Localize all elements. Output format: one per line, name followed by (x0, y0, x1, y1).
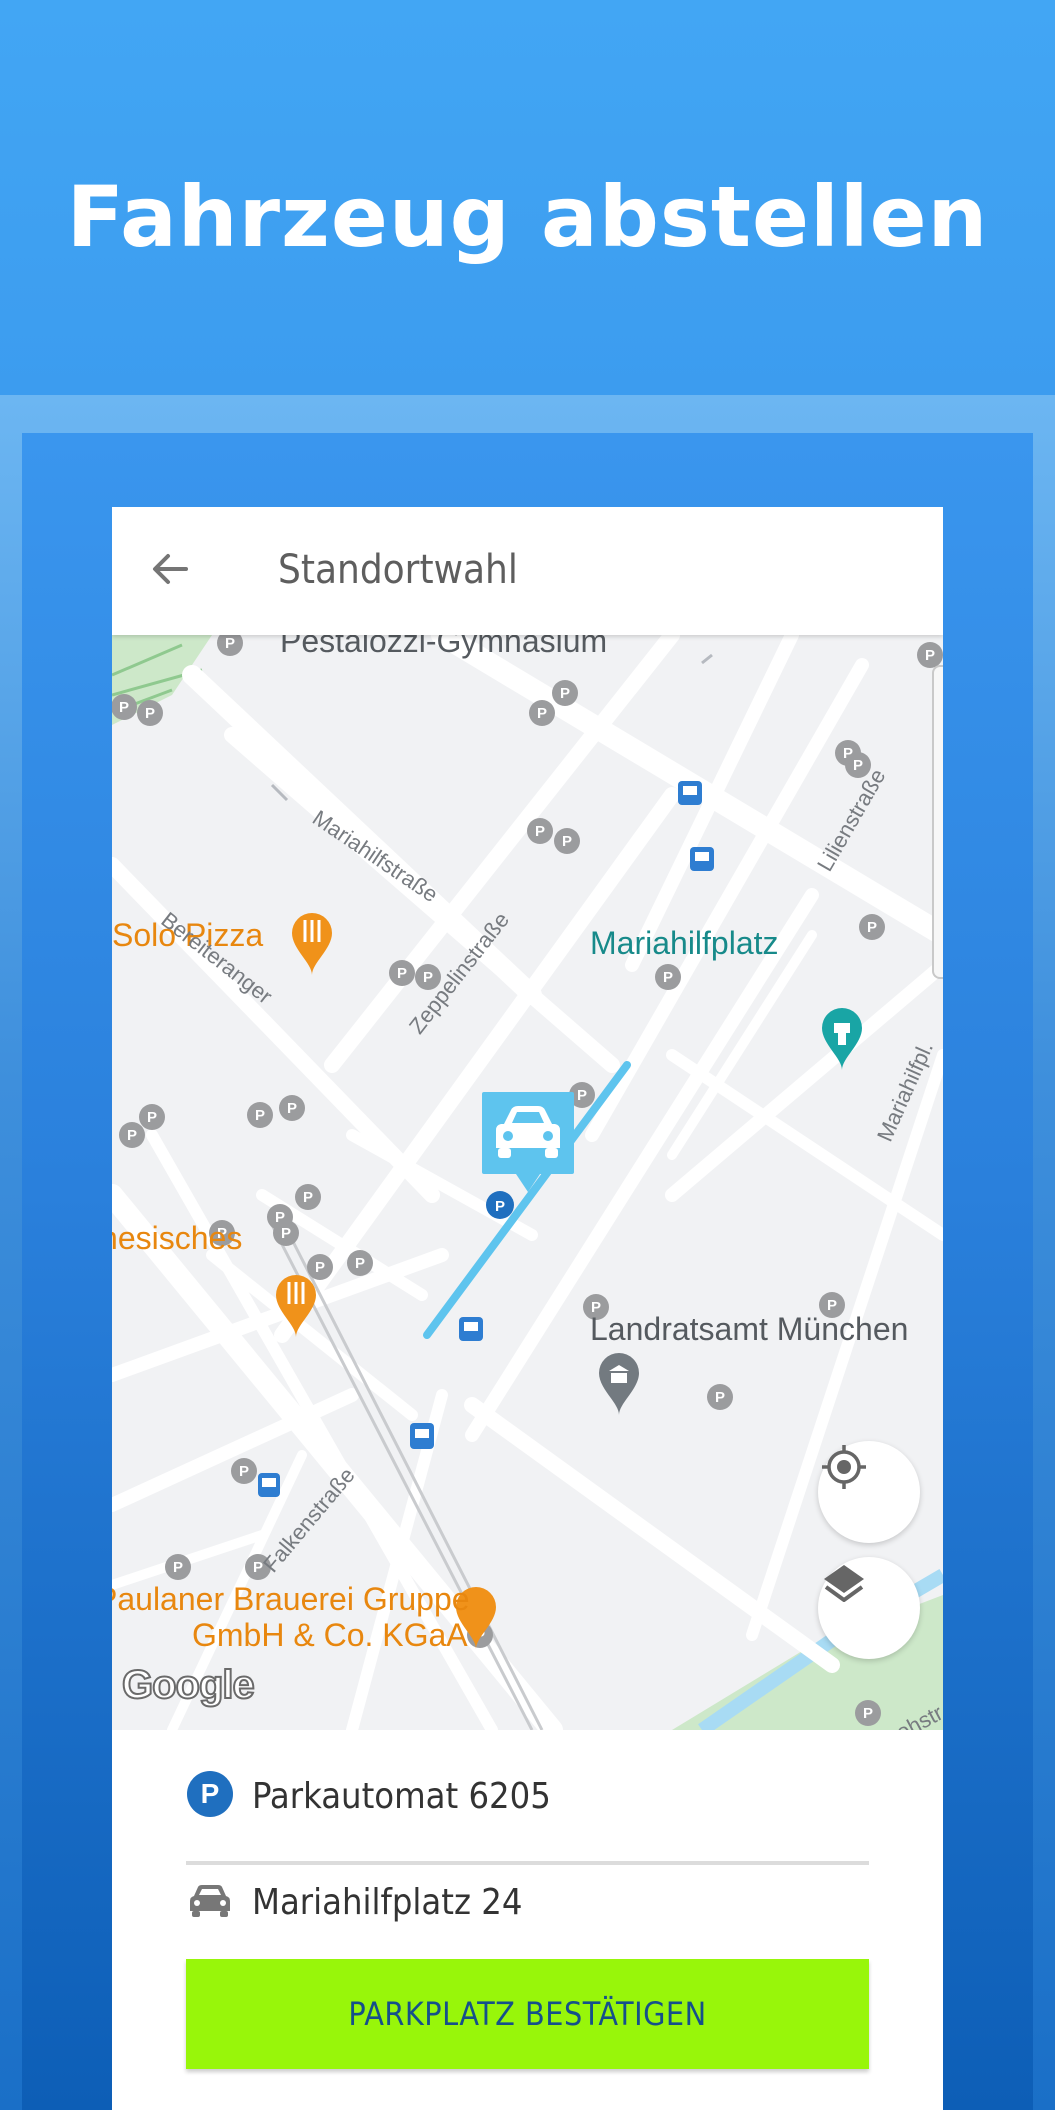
svg-text:P: P (562, 833, 572, 850)
map-view[interactable]: PPP PPP PPP PPP PPP PPP PPP PPP PPP PPP … (112, 635, 943, 1730)
svg-text:P: P (147, 1109, 157, 1126)
my-location-button[interactable] (818, 1441, 920, 1543)
page-title: Standortwahl (278, 547, 518, 593)
svg-text:P: P (145, 705, 155, 722)
svg-text:P: P (255, 1107, 265, 1124)
label-landratsamt[interactable]: Landratsamt München (590, 1311, 908, 1348)
svg-text:P: P (173, 1559, 183, 1576)
label-paulaner-line1[interactable]: Paulaner Brauerei Gruppe (112, 1581, 470, 1618)
header-banner: Fahrzeug abstellen (0, 0, 1055, 395)
svg-text:P: P (355, 1255, 365, 1272)
map-layers-button[interactable] (818, 1557, 920, 1659)
car-location-marker[interactable] (482, 1092, 574, 1192)
app-bar: Standortwahl (112, 507, 943, 635)
label-mariahilfplatz[interactable]: Mariahilfplatz (590, 925, 779, 962)
svg-text:P: P (201, 1778, 220, 1809)
svg-text:P: P (853, 757, 863, 774)
svg-text:P: P (715, 1389, 725, 1406)
svg-text:P: P (275, 1209, 285, 1226)
app-screen: Standortwahl P P P P P P P P P P P P P P… (112, 507, 943, 2110)
car-icon (186, 1880, 234, 1924)
parking-machine-label: Parkautomat 6205 (252, 1775, 551, 1817)
map-side-handle (932, 665, 943, 979)
svg-text:P: P (239, 1463, 249, 1480)
label-paulaner-line2[interactable]: GmbH & Co. KGaA (192, 1617, 468, 1654)
svg-text:P: P (867, 919, 877, 936)
svg-text:P: P (560, 685, 570, 702)
divider (186, 1861, 869, 1865)
address-label: Mariahilfplatz 24 (252, 1881, 523, 1923)
svg-text:P: P (535, 823, 545, 840)
svg-text:P: P (863, 1705, 873, 1722)
location-details-panel: P Parkautomat 6205 Mariahilfplatz 24 PAR… (112, 1730, 943, 2110)
back-button[interactable] (142, 543, 198, 599)
svg-text:P: P (423, 969, 433, 986)
svg-text:P: P (287, 1100, 297, 1117)
google-attribution: Google (121, 1662, 256, 1708)
svg-text:P: P (663, 969, 673, 986)
label-pestalozzi[interactable]: Pestalozzi-Gymnasium (280, 635, 607, 660)
parking-icon: P (186, 1770, 234, 1822)
svg-text:P: P (843, 745, 853, 762)
svg-text:P: P (127, 1127, 137, 1144)
svg-text:P: P (537, 705, 547, 722)
svg-text:P: P (281, 1225, 291, 1242)
headline: Fahrzeug abstellen (66, 168, 989, 266)
svg-text:P: P (315, 1259, 325, 1276)
parking-machine-row: P Parkautomat 6205 (186, 1770, 551, 1822)
svg-text:P: P (577, 1087, 587, 1104)
svg-text:P: P (495, 1198, 505, 1215)
svg-text:P: P (225, 635, 235, 652)
label-chinese-restaurant[interactable]: Chinesisches (112, 1220, 242, 1257)
confirm-parking-button[interactable]: PARKPLATZ BESTÄTIGEN (186, 1959, 869, 2069)
svg-text:P: P (925, 647, 935, 664)
svg-text:P: P (119, 699, 129, 716)
svg-text:P: P (397, 965, 407, 982)
svg-text:P: P (303, 1189, 313, 1206)
address-row: Mariahilfplatz 24 (186, 1880, 522, 1924)
arrow-left-icon (148, 547, 192, 595)
